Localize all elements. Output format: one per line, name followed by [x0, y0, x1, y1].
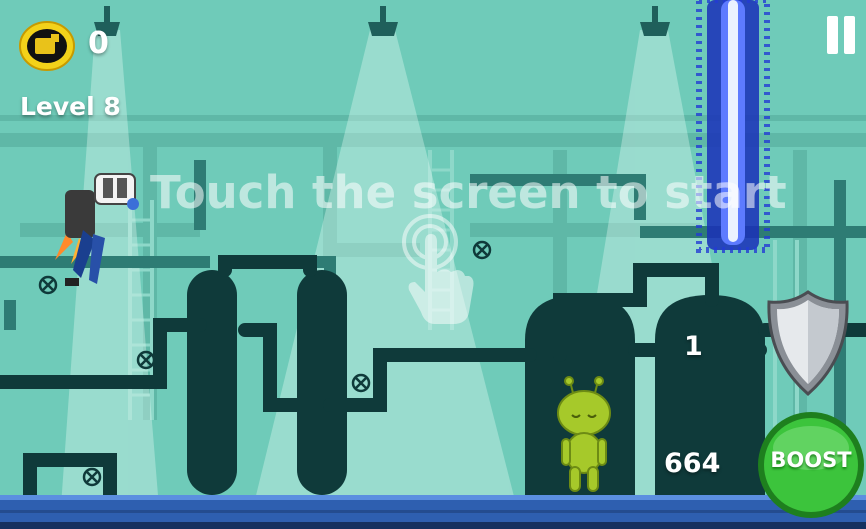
boost-label: BOOST — [770, 448, 852, 472]
pause-icon[interactable] — [824, 16, 858, 54]
distance-counter: 664 — [664, 448, 721, 479]
boost-button[interactable]: BOOST — [756, 410, 866, 520]
green-alien-character — [557, 376, 611, 492]
shield-icon[interactable] — [765, 288, 851, 398]
coin-icon — [19, 21, 75, 71]
jetpack-player-character — [55, 173, 139, 286]
game-screen[interactable]: 0 Level 8 Touch the screen to start 1 66… — [0, 0, 866, 529]
coin-counter: 0 — [88, 26, 109, 61]
tap-hand-icon — [402, 214, 474, 324]
level-indicator: Level 8 — [20, 92, 121, 121]
laser-beam-obstacle — [696, 0, 770, 253]
shield-count: 1 — [684, 331, 703, 362]
